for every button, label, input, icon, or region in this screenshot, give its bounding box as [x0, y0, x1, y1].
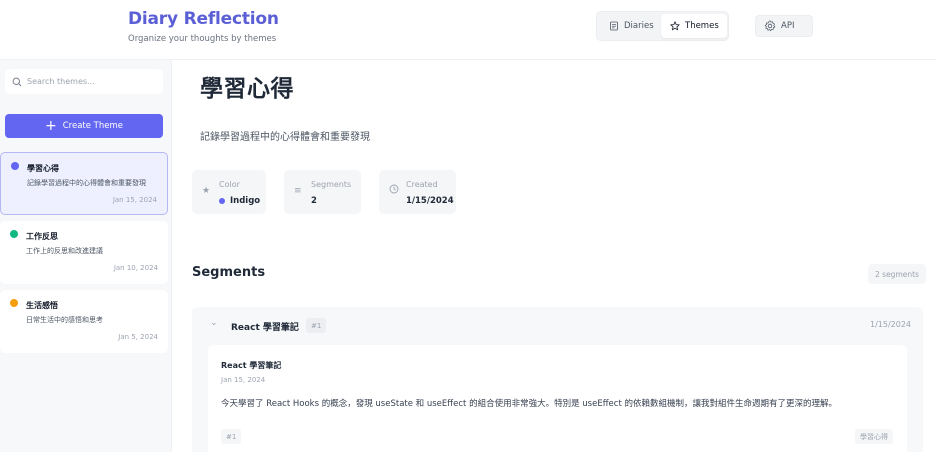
theme-color-dot	[11, 162, 19, 170]
segment-body-title: React 學習筆記	[221, 361, 282, 370]
segments-heading: Segments	[192, 265, 266, 280]
stat-segments-value: 2	[311, 196, 317, 206]
create-theme-button[interactable]: + Create Theme	[5, 114, 163, 138]
color-swatch	[219, 198, 225, 204]
nav-tab-themes-label: Themes	[685, 21, 719, 31]
plus-icon: +	[45, 118, 57, 134]
segment-date: 1/15/2024	[870, 320, 912, 329]
stat-created-label: Created	[406, 180, 438, 189]
page-description: 記錄學習過程中的心得體會和重要發現	[200, 132, 370, 143]
list-icon: ≡	[294, 186, 302, 196]
theme-color-dot	[10, 230, 18, 238]
segment-theme-tag: 學習心得	[855, 429, 893, 444]
theme-description: 記錄學習過程中的心得體會和重要發現	[27, 179, 146, 187]
clock-icon	[389, 184, 399, 197]
stat-created-value: 1/15/2024	[406, 196, 454, 206]
stat-color-value: Indigo	[219, 196, 260, 206]
stat-color-label: Color	[219, 180, 240, 189]
theme-date: Jan 10, 2024	[113, 264, 158, 272]
app-subtitle: Organize your thoughts by themes	[128, 34, 277, 44]
stat-color: ★ Color Indigo	[192, 170, 266, 214]
segments-count-badge: 2 segments	[868, 264, 926, 284]
segment-title[interactable]: React 學習筆記	[231, 320, 299, 333]
search-icon	[12, 77, 22, 86]
create-theme-label: Create Theme	[62, 121, 123, 131]
gear-icon	[764, 20, 776, 32]
theme-name: 學習心得	[27, 164, 59, 173]
theme-description: 工作上的反思和改進建議	[26, 247, 103, 255]
star-icon	[670, 21, 680, 31]
sidebar: + Create Theme 學習心得 記錄學習過程中的心得體會和重要發現 Ja…	[0, 60, 172, 452]
nav-tab-diaries-label: Diaries	[624, 21, 654, 31]
search-box	[5, 69, 163, 94]
theme-card[interactable]: 學習心得 記錄學習過程中的心得體會和重要發現 Jan 15, 2024	[0, 152, 168, 215]
theme-name: 生活感悟	[26, 301, 58, 310]
segment-number-badge: #1	[306, 318, 327, 333]
nav-tab-diaries[interactable]: Diaries	[605, 14, 663, 38]
page-title: 學習心得	[200, 76, 294, 102]
tag-icon: ★	[202, 186, 211, 196]
segment-body: React 學習筆記 Jan 15, 2024 今天學習了 React Hook…	[208, 345, 907, 452]
segment-content: 今天學習了 React Hooks 的概念，發現 useState 和 useE…	[221, 399, 837, 409]
stat-segments-label: Segments	[311, 180, 352, 189]
stat-color-text: Indigo	[230, 196, 261, 206]
app-header: Diary Reflection Organize your thoughts …	[0, 0, 936, 60]
segment-footer-number: #1	[221, 429, 242, 444]
theme-description: 日常生活中的感悟和思考	[26, 316, 103, 324]
chevron-down-icon[interactable]: ⌄	[210, 318, 218, 328]
stat-segments: ≡ Segments 2	[284, 170, 361, 214]
api-button-label: API	[781, 21, 795, 31]
theme-card[interactable]: 工作反思 工作上的反思和改進建議 Jan 10, 2024	[0, 221, 168, 284]
search-input[interactable]	[27, 77, 152, 86]
theme-card[interactable]: 生活感悟 日常生活中的感悟和思考 Jan 5, 2024	[0, 290, 168, 353]
theme-color-dot	[10, 299, 18, 307]
segment-body-date: Jan 15, 2024	[221, 376, 266, 384]
app-title: Diary Reflection	[128, 9, 279, 29]
theme-name: 工作反思	[26, 232, 58, 241]
main-nav: Diaries Themes	[596, 11, 729, 41]
stat-created: Created 1/15/2024	[379, 170, 456, 214]
theme-date: Jan 15, 2024	[112, 196, 157, 204]
theme-date: Jan 5, 2024	[118, 333, 158, 341]
nav-tab-themes[interactable]: Themes	[661, 14, 727, 38]
document-icon	[610, 21, 618, 31]
api-button[interactable]: API	[755, 15, 813, 37]
